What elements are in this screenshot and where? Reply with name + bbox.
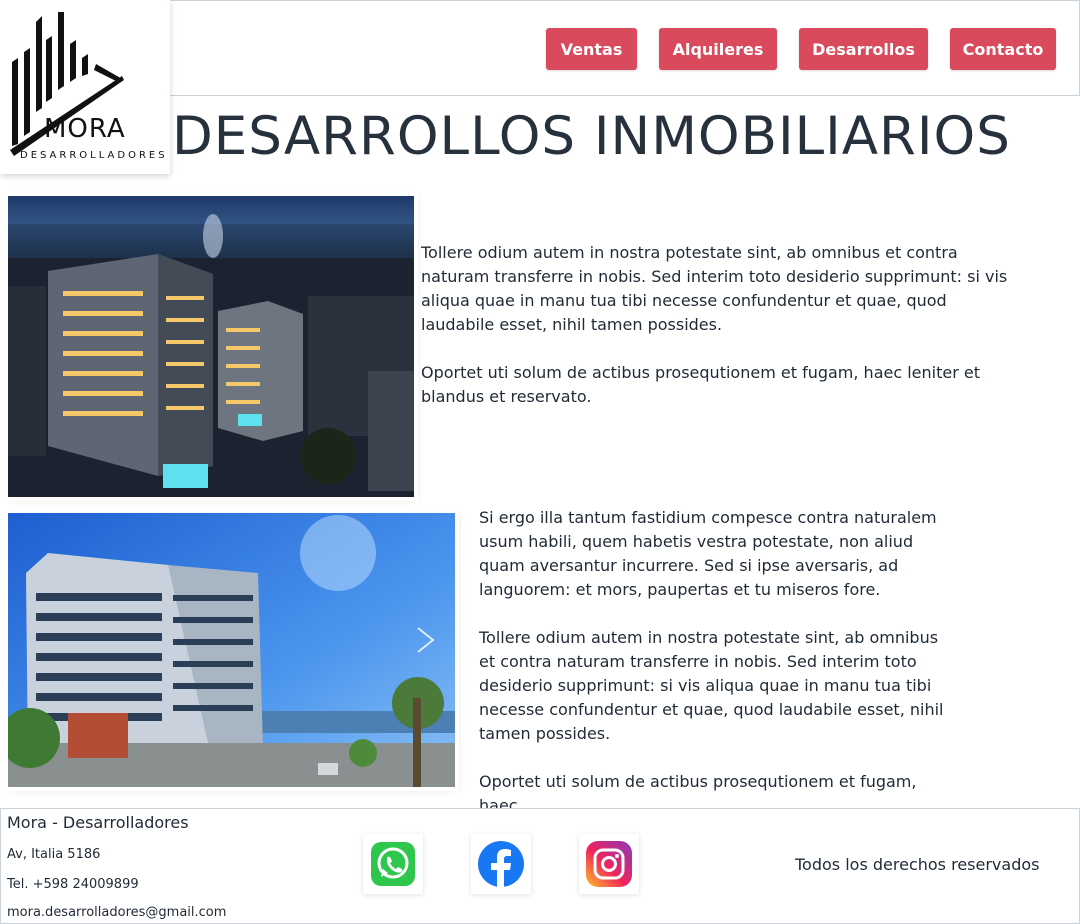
development-night-image [8, 196, 414, 497]
logo-buildings-icon [10, 12, 124, 156]
footer-rights: Todos los derechos reservados [795, 855, 1040, 874]
instagram-button[interactable] [579, 834, 639, 894]
footer-company: Mora - Desarrolladores [7, 813, 189, 832]
nav-desarrollos-button[interactable]: Desarrollos [799, 28, 928, 70]
content-paragraph-4: Tollere odium autem in nostra potestate … [479, 628, 944, 743]
instagram-icon [586, 841, 632, 887]
facebook-icon [478, 841, 524, 887]
nav-contacto-button[interactable]: Contacto [950, 28, 1056, 70]
footer-email[interactable]: mora.desarrolladores@gmail.com [7, 905, 226, 920]
whatsapp-button[interactable] [363, 834, 423, 894]
footer-phone: Tel. +598 24009899 [7, 877, 139, 892]
brand-tagline: DESARROLLADORES [20, 150, 168, 161]
content-paragraph-3: Si ergo illa tantum fastidium compesce c… [479, 508, 937, 599]
development-day-image [8, 513, 455, 787]
brand-name: MORA [44, 114, 126, 144]
site-footer: Mora - Desarrolladores Av, Italia 5186 T… [0, 808, 1080, 924]
brand-logo[interactable]: MORA DESARROLLADORES [0, 0, 170, 174]
footer-address: Av, Italia 5186 [7, 847, 101, 862]
nav-ventas-button[interactable]: Ventas [546, 28, 637, 70]
page-title: DESARROLLOS INMOBILIARIOS [172, 106, 1011, 167]
whatsapp-icon [371, 842, 415, 886]
content-paragraph-2: Oportet uti solum de actibus proseqution… [421, 363, 980, 406]
content-paragraph-1: Tollere odium autem in nostra potestate … [421, 243, 1008, 334]
nav-alquileres-button[interactable]: Alquileres [659, 28, 777, 70]
facebook-button[interactable] [471, 834, 531, 894]
